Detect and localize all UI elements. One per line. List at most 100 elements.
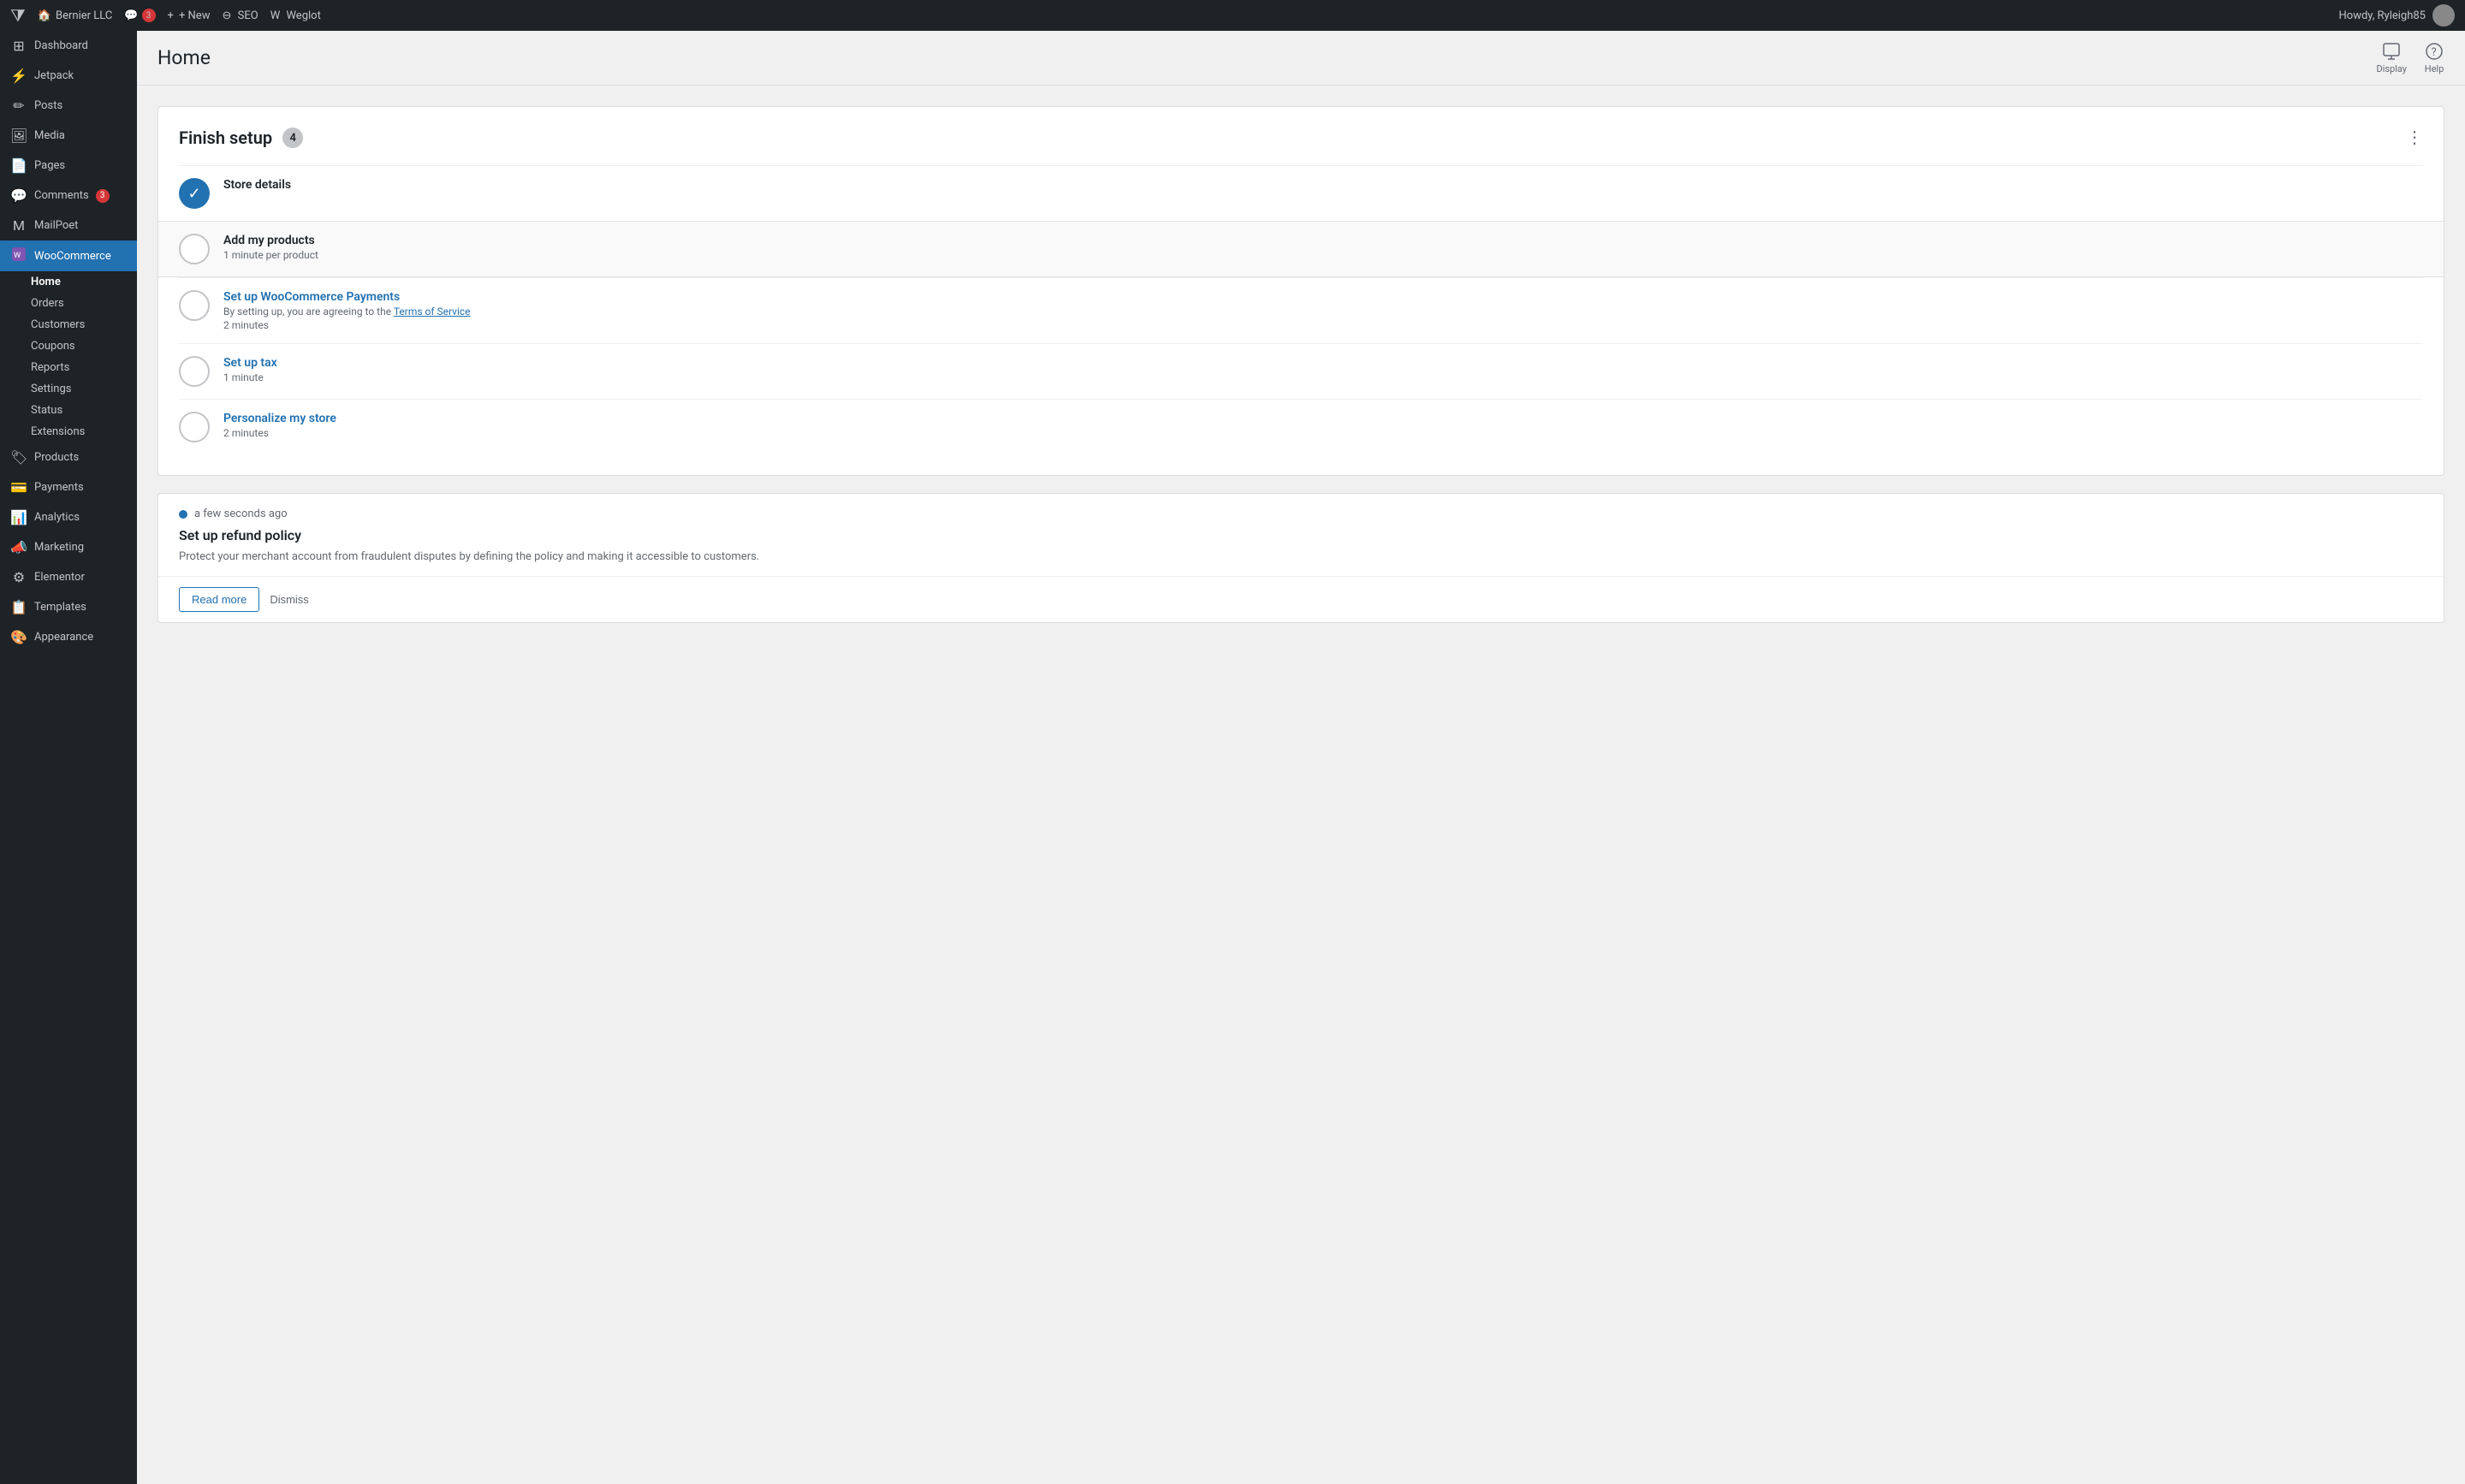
more-options-button[interactable]: ⋮ (2406, 129, 2423, 146)
marketing-icon: 📣 (10, 539, 27, 555)
sidebar-sub-reports[interactable]: Reports (0, 357, 137, 378)
sidebar-item-media[interactable]: 🖼 Media (0, 121, 137, 151)
comments-badge: 3 (96, 189, 110, 203)
step-setup-tax[interactable]: Set up tax 1 minute (179, 343, 2423, 399)
analytics-icon: 📊 (10, 509, 27, 525)
comment-link[interactable]: 💬 3 (124, 9, 155, 22)
dashboard-icon: ⊞ (10, 38, 27, 54)
mailpoet-icon: M (10, 217, 27, 234)
weglot-icon: W (270, 9, 281, 22)
finish-setup-header: Finish setup 4 ⋮ (179, 128, 2423, 148)
read-more-button[interactable]: Read more (179, 587, 259, 612)
jetpack-icon: ⚡ (10, 68, 27, 84)
sidebar-item-analytics[interactable]: 📊 Analytics (0, 502, 137, 532)
site-icon: 🏠 (38, 9, 51, 22)
plus-icon: + (168, 9, 174, 22)
sidebar-sub-customers[interactable]: Customers (0, 314, 137, 335)
step-woo-payments[interactable]: Set up WooCommerce Payments By setting u… (179, 277, 2423, 343)
notification-actions: Read more Dismiss (158, 577, 2444, 622)
finish-setup-card: Finish setup 4 ⋮ ✓ Store details (157, 106, 2444, 476)
sidebar-item-products[interactable]: 🏷 Products (0, 442, 137, 472)
content-main: Finish setup 4 ⋮ ✓ Store details (137, 86, 2465, 644)
sidebar-item-templates[interactable]: 📋 Templates (0, 592, 137, 622)
step-icon-pending-payments (179, 290, 210, 321)
step-time-setup-tax: 1 minute (223, 371, 2423, 383)
seo-icon: ⊖ (222, 9, 231, 22)
step-subtitle-add-products: 1 minute per product (223, 249, 2423, 261)
woocommerce-icon: W (10, 247, 27, 264)
notification-time: a few seconds ago (194, 508, 288, 520)
wp-logo-icon: ⧩ (10, 5, 26, 26)
step-add-products[interactable]: Add my products 1 minute per product (158, 221, 2444, 277)
avatar[interactable] (2432, 4, 2455, 27)
content-area: Home Display ? Help (137, 31, 2465, 1484)
templates-icon: 📋 (10, 599, 27, 615)
checkmark-icon: ✓ (187, 185, 200, 203)
pages-icon: 📄 (10, 157, 27, 174)
step-title-woo-payments[interactable]: Set up WooCommerce Payments (223, 290, 2423, 304)
products-icon: 🏷 (10, 449, 27, 466)
step-icon-pending-personalize (179, 412, 210, 442)
posts-icon: ✏ (10, 98, 27, 114)
sidebar-item-dashboard[interactable]: ⊞ Dashboard (0, 31, 137, 61)
comments-icon: 💬 (10, 187, 27, 204)
notification-header: a few seconds ago Set up refund policy P… (158, 494, 2444, 577)
step-subtitle-woo-payments: By setting up, you are agreeing to the T… (223, 306, 2423, 318)
notification-body: Protect your merchant account from fraud… (179, 549, 2423, 566)
step-title-add-products: Add my products (223, 234, 2423, 247)
notification-dot-row: a few seconds ago (179, 508, 2423, 520)
step-icon-active (179, 234, 210, 264)
step-title-personalize[interactable]: Personalize my store (223, 412, 2423, 425)
tos-link[interactable]: Terms of Service (394, 306, 471, 318)
step-title-store-details: Store details (223, 178, 2423, 192)
elementor-icon: ⚙ (10, 569, 27, 585)
sidebar-item-posts[interactable]: ✏ Posts (0, 91, 137, 121)
notification-card: a few seconds ago Set up refund policy P… (157, 493, 2444, 623)
top-bar: ⧩ 🏠 Bernier LLC 💬 3 + + New ⊖ SEO W Wegl… (0, 0, 2465, 31)
finish-setup-title: Finish setup 4 (179, 128, 303, 148)
sidebar-sub-settings[interactable]: Settings (0, 378, 137, 400)
sidebar-sub-status[interactable]: Status (0, 400, 137, 421)
page-title: Home (157, 46, 211, 69)
svg-text:?: ? (2432, 46, 2437, 59)
help-button[interactable]: ? Help (2424, 41, 2444, 74)
sidebar-item-payments[interactable]: 💳 Payments (0, 472, 137, 502)
appearance-icon: 🎨 (10, 629, 27, 645)
dismiss-button[interactable]: Dismiss (270, 593, 309, 606)
sidebar-sub-orders[interactable]: Orders (0, 293, 137, 314)
notification-dot (179, 510, 187, 519)
comment-icon: 💬 (124, 9, 138, 22)
step-icon-pending-tax (179, 356, 210, 387)
sidebar-item-woocommerce[interactable]: W WooCommerce (0, 240, 137, 271)
media-icon: 🖼 (10, 128, 27, 144)
sidebar-item-elementor[interactable]: ⚙ Elementor (0, 562, 137, 592)
step-title-setup-tax[interactable]: Set up tax (223, 356, 2423, 370)
sidebar-item-comments[interactable]: 💬 Comments 3 (0, 181, 137, 211)
weglot-link[interactable]: W Weglot (270, 9, 321, 22)
sidebar: ⊞ Dashboard ⚡ Jetpack ✏ Posts 🖼 Media 📄 … (0, 31, 137, 1484)
step-icon-completed: ✓ (179, 178, 210, 209)
step-store-details[interactable]: ✓ Store details (179, 165, 2423, 221)
sidebar-item-jetpack[interactable]: ⚡ Jetpack (0, 61, 137, 91)
howdy-text: Howdy, Ryleigh85 (2339, 9, 2426, 22)
step-personalize[interactable]: Personalize my store 2 minutes (179, 399, 2423, 454)
sidebar-sub-home[interactable]: Home (0, 271, 137, 293)
sidebar-sub-extensions[interactable]: Extensions (0, 421, 137, 442)
payments-icon: 💳 (10, 479, 27, 496)
header-icons: Display ? Help (2376, 41, 2444, 74)
site-name[interactable]: 🏠 Bernier LLC (38, 9, 113, 22)
notification-title: Set up refund policy (179, 527, 2423, 543)
new-button[interactable]: + + New (168, 9, 211, 22)
sidebar-item-appearance[interactable]: 🎨 Appearance (0, 622, 137, 652)
sidebar-item-mailpoet[interactable]: M MailPoet (0, 211, 137, 240)
sidebar-item-pages[interactable]: 📄 Pages (0, 151, 137, 181)
comment-badge: 3 (142, 9, 156, 22)
step-count-badge: 4 (282, 128, 303, 148)
seo-link[interactable]: ⊖ SEO (222, 9, 258, 22)
step-time-personalize: 2 minutes (223, 427, 2423, 439)
sidebar-sub-coupons[interactable]: Coupons (0, 335, 137, 357)
content-header: Home Display ? Help (137, 31, 2465, 86)
svg-text:W: W (14, 251, 21, 260)
display-button[interactable]: Display (2376, 41, 2407, 74)
sidebar-item-marketing[interactable]: 📣 Marketing (0, 532, 137, 562)
